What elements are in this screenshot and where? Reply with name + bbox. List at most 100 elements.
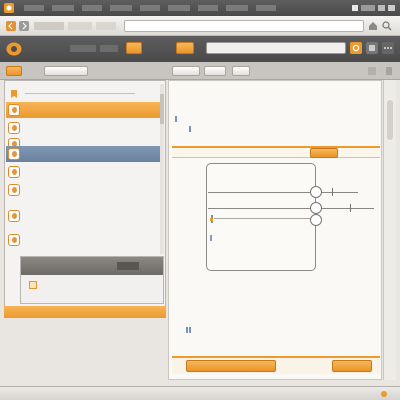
settings-icon[interactable] [350,42,362,54]
menu-item[interactable] [140,5,160,11]
list-item[interactable] [6,208,164,224]
item-thumbnail [8,234,20,246]
note-icon [29,281,37,289]
action-bar [172,356,380,374]
menu-item[interactable] [226,5,248,11]
highlight-text [176,150,296,156]
item-thumbnail [8,210,20,222]
scrollbar-thumb[interactable] [387,100,393,140]
connector-line [208,192,358,193]
app-menu-item[interactable] [70,45,96,52]
confirm-label [217,364,247,370]
list-item-title [28,210,128,215]
diagram-label [215,254,255,259]
app-search-input[interactable] [206,42,346,54]
item-thumbnail [8,148,20,160]
tab-label [207,69,225,75]
left-footer-text [12,309,132,315]
connector-node[interactable] [310,214,322,226]
panel-toggle-icon[interactable] [366,42,378,54]
detail-section-title [27,263,117,269]
diagram-label [215,240,265,245]
vertical-scrollbar[interactable] [383,80,396,380]
app-toolbar [0,36,400,62]
connector-node[interactable] [310,202,322,214]
app-menu-item[interactable] [100,45,118,52]
menu-item[interactable] [82,5,102,11]
search-icon[interactable] [382,21,392,31]
right-field [199,127,269,132]
menu-item[interactable] [256,5,276,11]
list-item-title [28,166,118,171]
highlight-action-button[interactable] [310,148,338,158]
forward-icon[interactable] [19,21,29,31]
left-scrollbar[interactable] [160,84,164,254]
app-secondary-button[interactable] [176,42,194,54]
tab-label [235,69,249,75]
list-item-highlighted[interactable] [6,146,164,162]
list-item[interactable] [6,86,164,102]
status-indicator-icon [380,390,388,398]
tab[interactable] [232,66,250,76]
tab[interactable] [44,66,88,76]
window-dots-icon[interactable] [368,66,394,76]
ok-button[interactable] [332,360,372,372]
ok-label [343,364,363,370]
status-bar [0,386,400,400]
app-primary-button[interactable] [126,42,142,54]
detail-row [41,297,101,302]
highlight-row[interactable] [172,146,380,158]
scrollbar-thumb[interactable] [160,94,164,124]
item-thumbnail [8,122,20,134]
tab[interactable] [204,66,226,76]
diagram-box [206,163,316,271]
list-item-subtitle [32,95,92,100]
left-footer-bar[interactable] [4,306,166,318]
app-menu-item [179,46,193,52]
app-name [26,45,66,52]
address-field[interactable] [124,20,364,32]
status-right [300,391,390,397]
marker-icon [186,326,194,334]
overflow-icon[interactable] [382,42,394,54]
title-bar [0,0,400,16]
list-item[interactable] [6,182,164,198]
app-menu-item [129,46,141,52]
menu-item[interactable] [110,5,132,11]
menu-item[interactable] [24,5,44,11]
menu-item[interactable] [198,5,218,11]
tab[interactable] [172,66,200,76]
list-item[interactable] [6,120,164,136]
diagram-label [215,172,255,177]
list-item-title [28,148,138,153]
list-item-subtitle [28,155,108,160]
home-icon[interactable] [368,21,378,31]
confirm-button[interactable] [186,360,276,372]
sub-bar [0,62,400,80]
toolbar-tab[interactable] [68,22,92,30]
window-controls-text [356,4,396,11]
list-item-subtitle [28,217,98,222]
connector-tick [350,204,351,212]
detail-section-badge [117,262,139,270]
list-item-title [28,104,138,109]
list-item[interactable] [6,164,164,180]
toolbar-tab[interactable] [34,22,64,30]
list-item-subtitle [28,129,98,134]
detail-row [41,289,131,294]
menu-item[interactable] [168,5,190,11]
highlight-action-label [315,151,335,157]
tab-active[interactable] [6,66,22,76]
list-item[interactable] [6,232,164,248]
menu-bar [22,4,322,13]
tab-label [47,69,87,75]
back-icon[interactable] [6,21,16,31]
app-search-value [211,46,331,52]
diagram-label [215,184,251,189]
toolbar-tab[interactable] [96,22,116,30]
menu-item[interactable] [52,5,74,11]
list-item-subtitle [28,173,98,178]
list-item-selected[interactable] [6,102,164,118]
connector-node[interactable] [310,186,322,198]
toolbar [0,16,400,36]
